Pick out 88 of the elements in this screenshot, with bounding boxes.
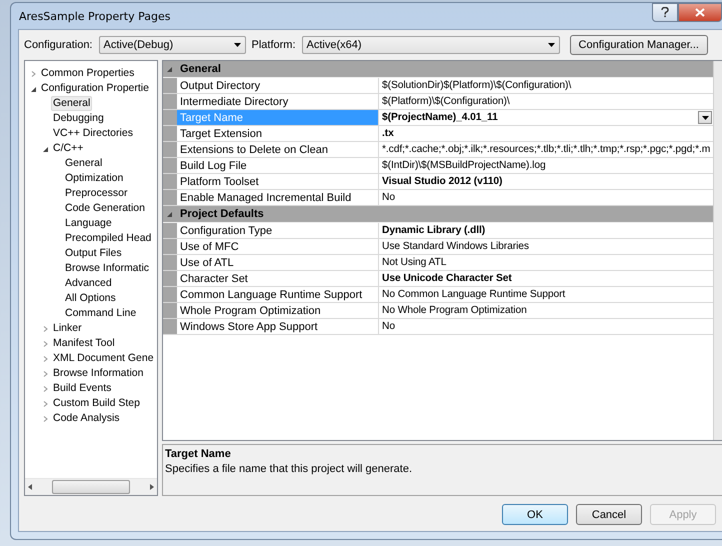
dropdown-button[interactable] [698,111,712,124]
property-value[interactable]: No [379,190,713,205]
close-button[interactable] [678,3,722,22]
row-gutter [163,110,177,125]
row-gutter [163,126,177,141]
row-gutter [163,271,177,286]
tree-item[interactable]: Command Line [63,306,138,321]
tree-item[interactable]: Common Properties [39,66,136,81]
close-icon [695,8,705,17]
property-value[interactable]: Dynamic Library (.dll) [379,223,713,238]
expanded-arrow-icon[interactable] [166,65,172,73]
tree-item[interactable]: Language [63,216,114,231]
help-button[interactable] [652,3,678,22]
description-text: Specifies a file name that this project will generate. [165,463,414,475]
dropdown-arrow-icon [234,43,240,47]
scroll-right-icon[interactable] [150,484,154,490]
help-icon [661,7,669,18]
category-header[interactable]: General [163,61,713,78]
tree-item[interactable]: XML Document Gene [51,351,156,366]
vertical-scrollbar[interactable] [713,61,722,440]
tree-item[interactable]: General [51,96,92,111]
tree-item[interactable]: Advanced [63,276,114,291]
property-name[interactable]: Windows Store App Support [177,319,379,334]
tree-item[interactable]: Browse Informatic [63,261,152,276]
horizontal-scrollbar[interactable] [25,478,157,495]
tree-item[interactable]: All Options [63,291,118,306]
configuration-label: Configuration: [24,39,92,51]
dropdown-arrow-icon [702,116,708,120]
tree-item[interactable]: Optimization [63,171,126,186]
scrollbar-thumb[interactable] [52,480,130,494]
tree-item[interactable]: Custom Build Step [51,396,142,411]
category-title: Project Defaults [179,208,264,220]
property-value[interactable]: .tx [379,126,713,141]
tree-item[interactable]: Build Events [51,381,114,396]
tree-item[interactable]: Precompiled Head [63,231,154,246]
property-value[interactable]: $(ProjectName)_4.01_11 [379,110,713,125]
window-title: AresSample Property Pages [19,10,170,22]
property-value[interactable]: Visual Studio 2012 (v110) [379,174,713,189]
category-header[interactable]: Project Defaults [163,206,713,223]
tree-item[interactable]: Output Files [63,246,124,261]
dialog-button[interactable]: OK [502,504,568,525]
row-gutter [163,190,177,205]
platform-label: Platform: [252,39,296,51]
tree-item[interactable]: Code Generation [63,201,147,216]
tree-item[interactable]: C/C++ [51,141,86,156]
scroll-left-icon[interactable] [28,484,32,490]
dialog-button[interactable]: Cancel [576,504,642,525]
row-gutter [163,94,177,109]
tree-item[interactable]: Debugging [51,111,106,126]
tree-item[interactable]: Configuration Propertie [39,81,151,96]
tree-item[interactable]: VC++ Directories [51,126,135,141]
row-gutter [163,78,177,93]
property-value[interactable]: $(IntDir)\$(MSBuildProjectName).log [379,158,713,173]
expanded-arrow-icon[interactable] [42,144,49,152]
row-gutter [163,174,177,189]
row-gutter [163,158,177,173]
configuration-manager-button[interactable]: Configuration Manager... [570,35,708,55]
platform-dropdown[interactable]: Active(x64) [302,36,560,54]
expanded-arrow-icon[interactable] [30,84,37,92]
row-gutter [163,303,177,318]
property-value[interactable]: $(Platform)\$(Configuration)\ [379,94,713,109]
row-gutter [163,223,177,238]
tree-item[interactable]: Linker [51,321,84,336]
dropdown-arrow-icon [548,43,555,47]
property-value[interactable]: Use Standard Windows Libraries [379,239,713,254]
property-name[interactable]: Target Extension [177,126,379,141]
tree-item[interactable]: Manifest Tool [51,336,117,351]
property-value[interactable]: No [379,319,713,334]
category-title: General [179,63,221,75]
row-gutter [163,255,177,270]
property-name[interactable]: Whole Program Optimization [177,303,379,318]
property-value[interactable]: Not Using ATL [379,255,713,270]
tree-item[interactable]: Browse Information [51,366,146,381]
configuration-dropdown[interactable]: Active(Debug) [98,36,246,54]
expanded-arrow-icon[interactable] [166,210,172,218]
tree-item[interactable]: Code Analysis [51,411,122,426]
row-gutter [163,287,177,302]
tree-item[interactable]: General [63,156,104,171]
property-value[interactable]: No Whole Program Optimization [379,303,713,318]
tree-item[interactable]: Preprocessor [63,186,130,201]
description-title: Target Name [165,448,232,460]
row-gutter [163,142,177,157]
property-value[interactable]: *.cdf;*.cache;*.obj;*.ilk;*.resources;*.tlb;*.tli;*.tlh;*.tmp;*.rsp;*.pgc;*.pgd;*.m [379,142,713,157]
property-value[interactable]: No Common Language Runtime Support [379,287,713,302]
property-value[interactable]: $(SolutionDir)$(Platform)\$(Configuration)\ [379,78,713,93]
row-gutter [163,319,177,334]
property-value[interactable]: Use Unicode Character Set [379,271,713,286]
row-gutter [163,239,177,254]
